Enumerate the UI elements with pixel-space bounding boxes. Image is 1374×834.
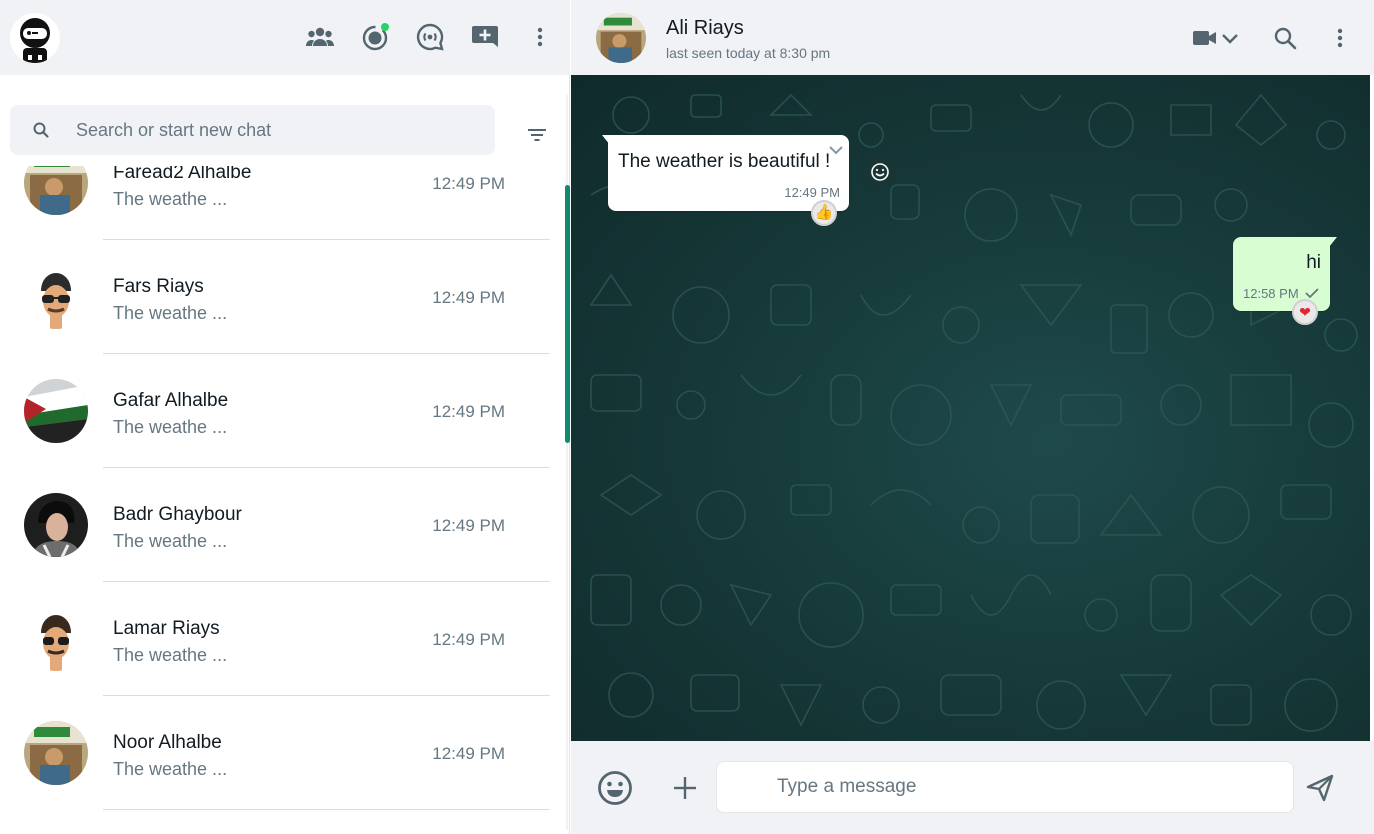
chat-preview: The weathe ...: [113, 531, 228, 551]
chat-name: Lamar Riays: [113, 618, 220, 639]
avatar: [24, 607, 88, 671]
message-text: The weather is beautiful !: [618, 151, 831, 172]
contact-name: Ali Riays: [666, 17, 744, 39]
chat-preview: The weathe ...: [113, 759, 228, 779]
chat-name: Gafar Alhalbe: [113, 390, 229, 411]
message-input-box: [716, 761, 1294, 813]
chevron-down-icon[interactable]: [827, 141, 845, 159]
chat-list-item[interactable]: Gafar Alhalbe The weathe ... 12:49 PM: [0, 354, 550, 468]
message-text: hi: [1306, 252, 1321, 273]
chat-list-item[interactable]: Badr Ghaybour The weathe ... 12:49 PM: [0, 468, 550, 582]
conversation-header[interactable]: Ali Riays last seen today at 8:30 pm: [571, 0, 1374, 75]
avatar: [24, 379, 88, 443]
chat-preview: The weathe ...: [113, 417, 228, 437]
chat-time: 12:49 PM: [432, 516, 505, 535]
contact-avatar[interactable]: [596, 13, 646, 63]
incoming-message-bubble[interactable]: The weather is beautiful ! 12:49 PM: [602, 135, 849, 211]
thumbs-up-reaction[interactable]: 👍: [811, 200, 837, 226]
chat-list: Faread2 Alhalbe The weathe ... 12:49 PM: [0, 166, 565, 834]
attach-plus-icon[interactable]: [671, 774, 699, 802]
outgoing-message-bubble[interactable]: hi 12:58 PM: [1233, 237, 1337, 311]
chat-list-item[interactable]: Lamar Riays The weathe ... 12:49 PM: [0, 582, 550, 696]
contact-last-seen: last seen today at 8:30 pm: [666, 45, 831, 61]
channels-icon[interactable]: [415, 22, 445, 52]
chat-time: 12:49 PM: [432, 174, 505, 193]
scrollbar-thumb[interactable]: [565, 185, 570, 443]
chat-list-item[interactable]: Noor Alhalbe The weathe ... 12:49 PM: [0, 696, 550, 810]
menu-icon[interactable]: [525, 22, 555, 52]
filter-icon[interactable]: [525, 123, 549, 147]
chat-preview: The weathe ...: [113, 303, 228, 323]
chat-list-item[interactable]: Fars Riays The weathe ... 12:49 PM: [0, 240, 550, 354]
chat-name: Noor Alhalbe: [113, 732, 222, 753]
chat-name: Badr Ghaybour: [113, 504, 242, 525]
avatar: [24, 721, 88, 785]
chat-time: 12:49 PM: [432, 630, 505, 649]
message-time: 12:58 PM: [1243, 286, 1299, 301]
video-camera-icon: [1193, 31, 1238, 45]
heart-reaction[interactable]: ❤: [1292, 299, 1318, 325]
send-icon[interactable]: [1304, 772, 1336, 804]
chat-preview: The weathe ...: [113, 645, 228, 665]
avatar: [24, 265, 88, 329]
chat-time: 12:49 PM: [432, 402, 505, 421]
my-profile-avatar[interactable]: [10, 13, 60, 63]
chat-list-panel: Faread2 Alhalbe The weathe ... 12:49 PM: [0, 0, 570, 834]
message-time: 12:49 PM: [784, 185, 840, 200]
chat-name: Fars Riays: [113, 276, 204, 297]
chat-time: 12:49 PM: [432, 288, 505, 307]
search-icon[interactable]: [32, 121, 50, 139]
search-messages-icon[interactable]: [1271, 24, 1299, 52]
avatar: [24, 493, 88, 557]
left-header: [0, 0, 570, 75]
message-input[interactable]: [777, 762, 1277, 812]
community-icon[interactable]: [305, 22, 335, 52]
chat-list-item[interactable]: Faread2 Alhalbe The weathe ... 12:49 PM: [0, 166, 550, 240]
status-icon[interactable]: [360, 22, 390, 52]
whatsapp-web-app: Faread2 Alhalbe The weathe ... 12:49 PM: [0, 0, 1374, 834]
chat-name: Faread2 Alhalbe: [113, 166, 252, 183]
search-area: [0, 75, 565, 166]
divider: [103, 809, 550, 810]
avatar: [24, 166, 88, 215]
sent-check-icon: [1305, 288, 1319, 299]
chat-preview: The weathe ...: [113, 189, 228, 209]
new-chat-icon[interactable]: [470, 22, 500, 52]
message-composer: [571, 741, 1374, 834]
react-emoji-button[interactable]: [864, 156, 896, 188]
smiley-icon: [871, 163, 889, 181]
video-call-button[interactable]: [1191, 24, 1241, 52]
conversation-menu-icon[interactable]: [1334, 24, 1346, 52]
message-area[interactable]: The weather is beautiful ! 12:49 PM 👍 hi…: [571, 75, 1370, 741]
conversation-panel: Ali Riays last seen today at 8:30 pm The…: [571, 0, 1374, 834]
emoji-picker-icon[interactable]: [596, 769, 634, 807]
search-input[interactable]: [76, 105, 476, 155]
chat-time: 12:49 PM: [432, 744, 505, 763]
search-box: [10, 105, 495, 155]
